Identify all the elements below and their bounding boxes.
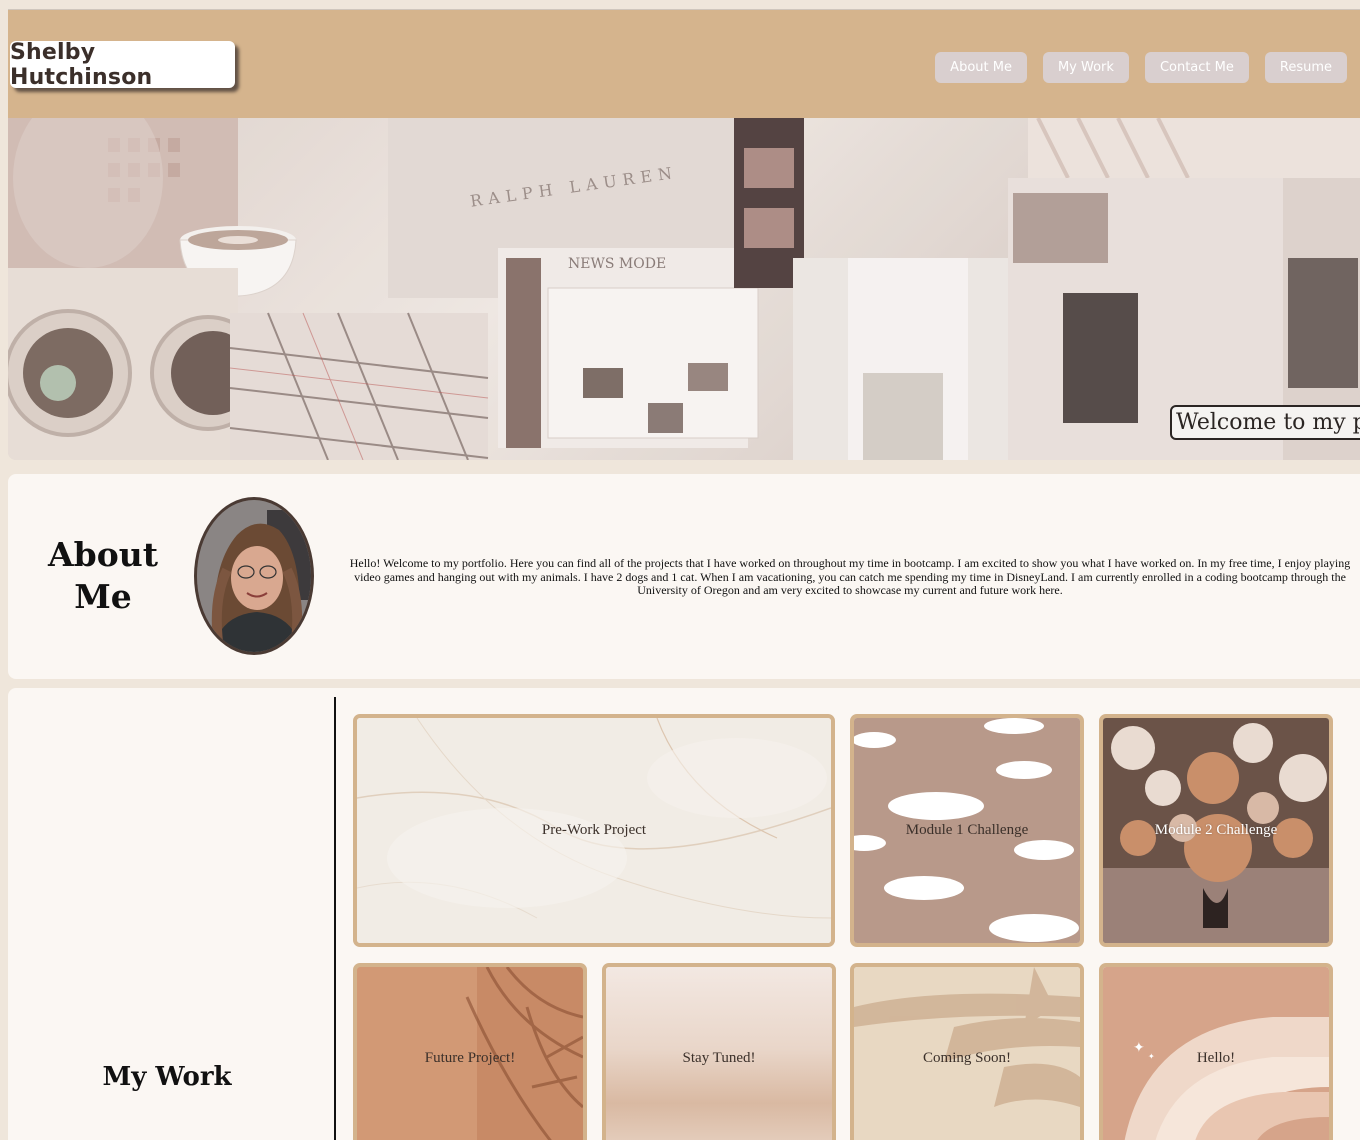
project-card-hello[interactable]: ✦ ✦ Hello! xyxy=(1099,963,1333,1140)
main-nav: About Me My Work Contact Me Resume xyxy=(935,52,1347,83)
work-divider xyxy=(334,697,336,1140)
card-label: Coming Soon! xyxy=(923,1049,1011,1066)
profile-photo-image xyxy=(197,500,311,652)
page: Shelby Hutchinson About Me My Work Conta… xyxy=(0,0,1360,1140)
work-section: My Work Pre-Work Project Module 1 Challe… xyxy=(8,688,1360,1140)
profile-photo xyxy=(194,497,314,655)
card-label: Module 1 Challenge xyxy=(905,822,1029,838)
about-section: About Me Hello! Welcome to my portfolio.… xyxy=(8,474,1360,679)
hero-collage: RALPH LAUREN NEWS MODE Welcome to my xyxy=(8,118,1360,460)
card-label: Stay Tuned! xyxy=(682,1049,756,1066)
hero-collage-image: RALPH LAUREN NEWS MODE xyxy=(8,118,1360,460)
project-card-module-2[interactable]: Module 2 Challenge xyxy=(1099,714,1333,947)
card-label: Future Project! xyxy=(424,1049,516,1066)
about-title-line2: Me xyxy=(74,577,132,616)
nav-contact-me-button[interactable]: Contact Me xyxy=(1144,52,1249,83)
project-card-coming-soon[interactable]: Coming Soon! xyxy=(850,963,1084,1140)
work-title: My Work xyxy=(102,1062,232,1092)
about-description: Hello! Welcome to my portfolio. Here you… xyxy=(349,556,1351,597)
project-card-stay-tuned[interactable]: Stay Tuned! xyxy=(602,963,836,1140)
svg-text:✦: ✦ xyxy=(1133,1040,1145,1056)
about-title-line1: About xyxy=(48,535,158,574)
about-title: About Me xyxy=(28,534,178,618)
project-card-pre-work[interactable]: Pre-Work Project xyxy=(353,714,835,947)
project-card-module-1[interactable]: Module 1 Challenge xyxy=(850,714,1084,947)
site-brand[interactable]: Shelby Hutchinson xyxy=(10,40,235,90)
project-card-future[interactable]: Future Project! xyxy=(353,963,587,1140)
nav-resume-button[interactable]: Resume xyxy=(1264,52,1347,83)
card-label: Hello! xyxy=(1196,1049,1236,1066)
card-label: Module 2 Challenge xyxy=(1154,822,1278,838)
nav-about-me-button[interactable]: About Me xyxy=(935,52,1027,83)
nav-my-work-button[interactable]: My Work xyxy=(1042,52,1129,83)
site-header: Shelby Hutchinson About Me My Work Conta… xyxy=(8,9,1360,118)
welcome-banner: Welcome to my page xyxy=(1170,405,1360,440)
svg-text:✦: ✦ xyxy=(1148,1052,1155,1061)
card-label: Pre-Work Project xyxy=(541,822,647,838)
